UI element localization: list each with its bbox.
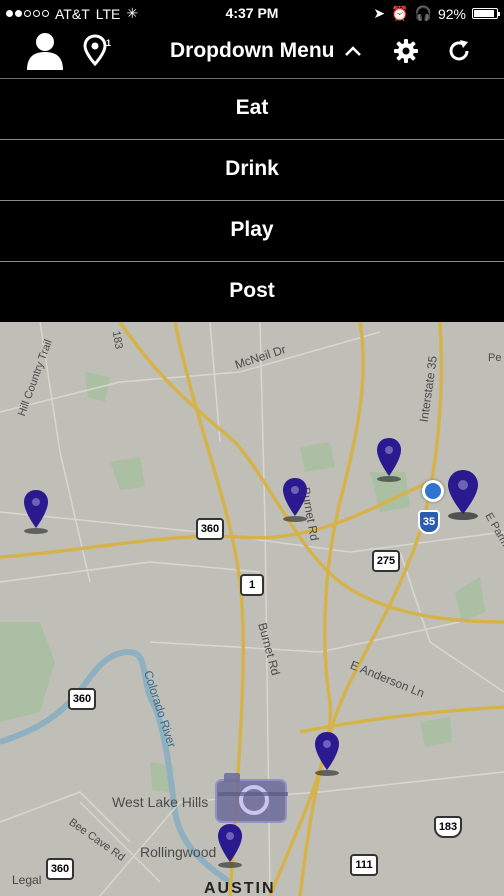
- location-arrow-icon: ➤: [373, 5, 386, 21]
- highway-shield: 360: [68, 688, 96, 710]
- menu-item-label: Play: [230, 218, 274, 241]
- menu-item-eat[interactable]: Eat: [0, 78, 504, 137]
- status-bar: AT&T LTE ✳ 4:37 PM ➤ ⏰ 🎧 92%: [0, 0, 504, 26]
- dropdown-menu: Eat Drink Play Post: [0, 78, 504, 320]
- map-view[interactable]: McNeil Dr Burnet Rd Burnet Rd Interstate…: [0, 322, 504, 896]
- profile-icon[interactable]: [25, 30, 65, 75]
- highway-shield: 183: [434, 816, 462, 838]
- interstate-shield: 35: [418, 510, 440, 534]
- highway-shield: 1: [240, 574, 264, 596]
- road-label: Pe: [488, 352, 502, 364]
- nav-bar: 1 Dropdown Menu: [0, 26, 504, 78]
- menu-item-label: Eat: [235, 96, 269, 119]
- menu-item-post[interactable]: Post: [0, 261, 504, 320]
- status-right: ➤ ⏰ 🎧 92%: [373, 5, 500, 22]
- legal-link[interactable]: Legal: [12, 873, 41, 887]
- place-label: West Lake Hills: [112, 794, 209, 810]
- chevron-up-icon: [345, 46, 362, 56]
- highway-shield: 360: [196, 518, 224, 540]
- city-label: AUSTIN: [204, 880, 276, 896]
- svg-text:1: 1: [106, 38, 111, 48]
- highway-shield: 360: [46, 858, 74, 880]
- menu-item-label: Drink: [225, 157, 279, 180]
- dropdown-menu-toggle[interactable]: Dropdown Menu: [170, 39, 362, 63]
- menu-item-label: Post: [229, 279, 275, 302]
- highway-shield: 111: [350, 854, 378, 876]
- headphones-icon: 🎧: [414, 5, 432, 21]
- current-location-dot: [422, 480, 444, 502]
- battery-percent: 92%: [437, 5, 466, 22]
- highway-shield: 275: [372, 550, 400, 572]
- place-label: Rollingwood: [140, 844, 217, 860]
- menu-item-play[interactable]: Play: [0, 200, 504, 259]
- menu-item-drink[interactable]: Drink: [0, 139, 504, 198]
- refresh-icon[interactable]: [446, 38, 472, 69]
- gear-icon[interactable]: [393, 38, 419, 69]
- location-pin-icon[interactable]: 1: [83, 34, 113, 71]
- alarm-icon: ⏰: [391, 5, 409, 21]
- battery-icon: [472, 8, 500, 19]
- page-title: Dropdown Menu: [170, 39, 335, 62]
